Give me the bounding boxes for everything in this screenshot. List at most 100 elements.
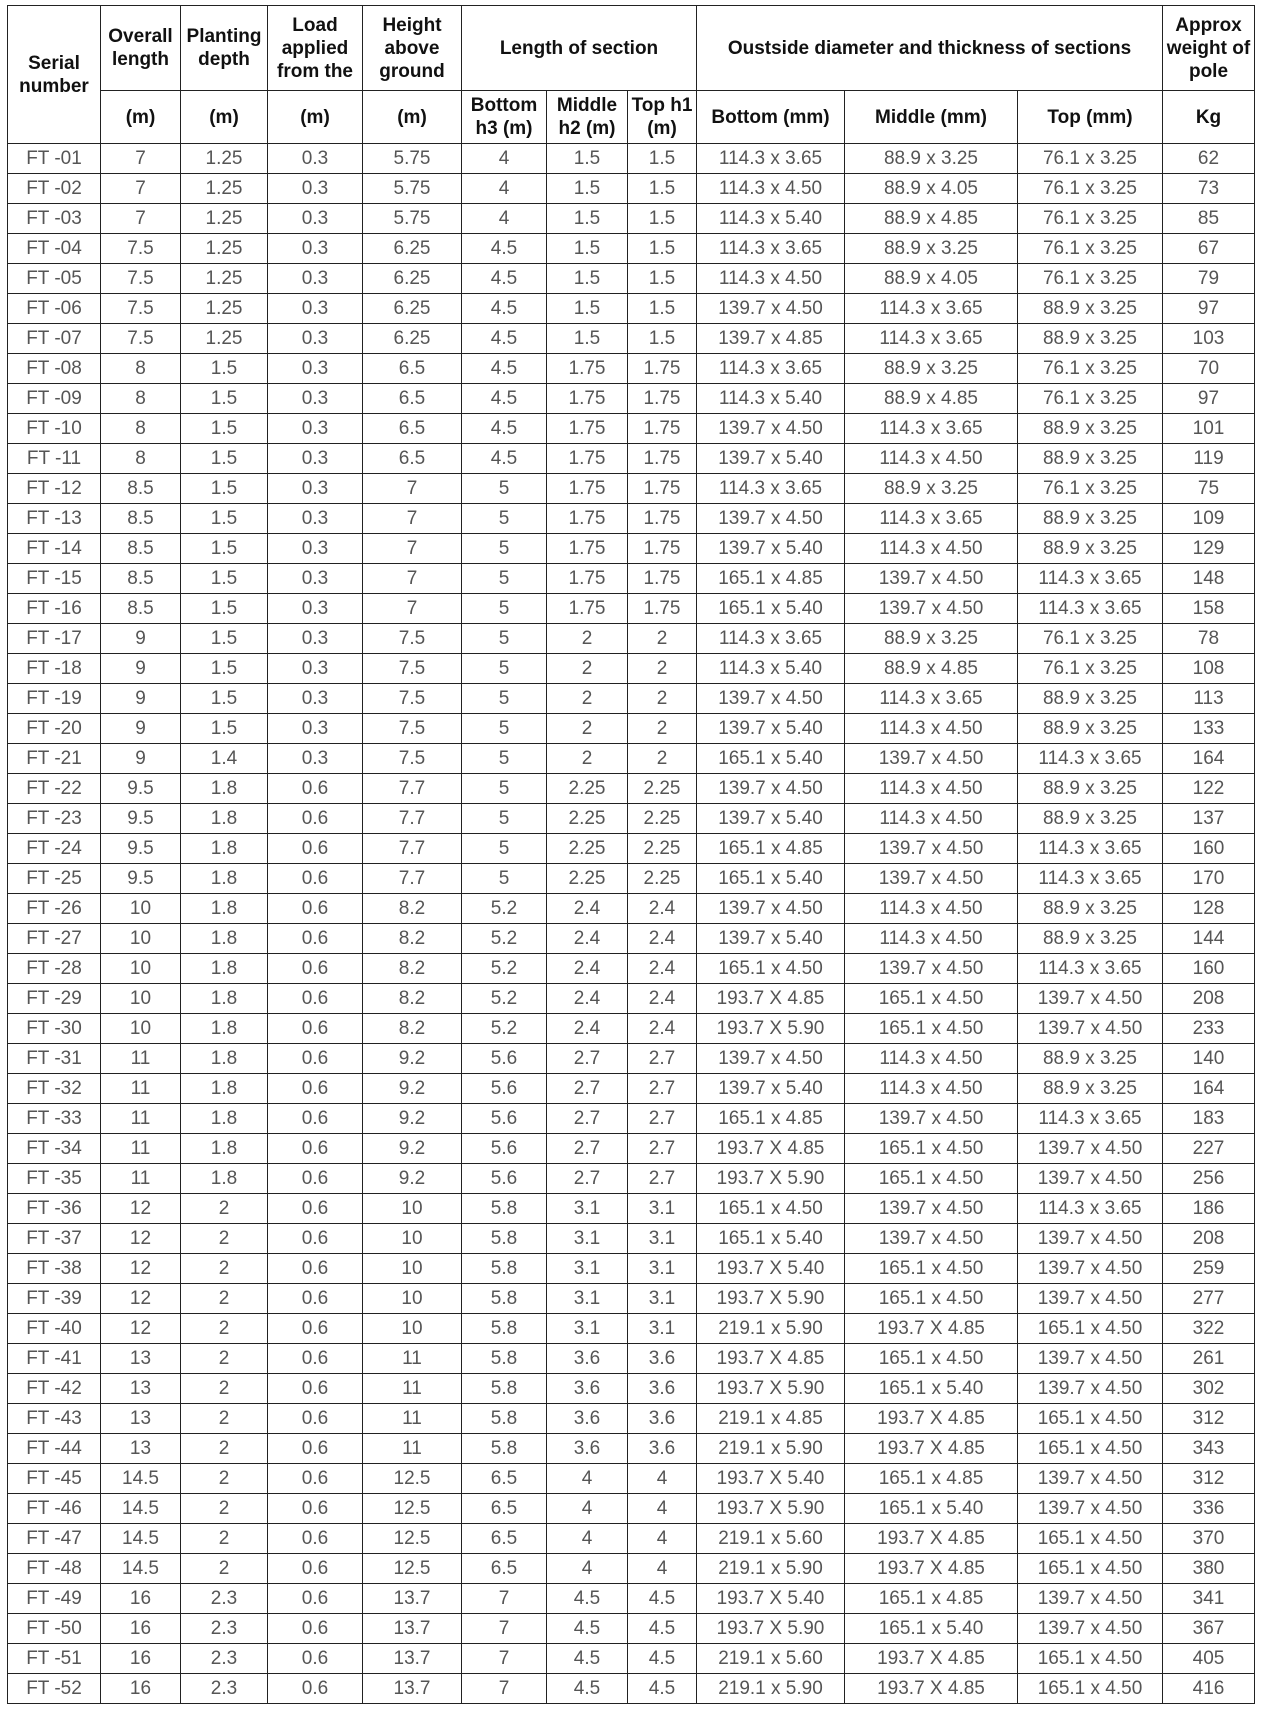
cell-bottom-length: 6.5 <box>461 1553 547 1584</box>
cell-height-above-ground: 6.5 <box>362 383 462 414</box>
cell-weight: 67 <box>1162 233 1255 264</box>
cell-planting-depth: 1.5 <box>180 533 268 564</box>
cell-overall-length: 8.5 <box>100 473 181 504</box>
cell-bottom-diameter: 165.1 x 5.40 <box>696 743 845 774</box>
cell-weight: 144 <box>1162 923 1255 954</box>
cell-top-length: 4 <box>627 1523 697 1554</box>
cell-bottom-length: 5 <box>461 833 547 864</box>
cell-serial-number: FT -30 <box>7 1013 101 1044</box>
cell-planting-depth: 1.25 <box>180 323 268 354</box>
cell-height-above-ground: 12.5 <box>362 1493 462 1524</box>
cell-load-applied: 0.6 <box>267 1163 363 1194</box>
table-row: FT -32 11 1.8 0.6 9.2 5.6 2.7 2.7 139.7 x 5.40 11… <box>7 1073 1255 1104</box>
cell-bottom-diameter: 193.7 X 5.90 <box>696 1283 845 1314</box>
cell-top-diameter: 139.7 x 4.50 <box>1017 1373 1163 1404</box>
cell-top-diameter: 165.1 x 4.50 <box>1017 1643 1163 1674</box>
cell-middle-diameter: 165.1 x 5.40 <box>844 1613 1018 1644</box>
cell-middle-length: 2.4 <box>546 983 628 1014</box>
cell-middle-diameter: 165.1 x 5.40 <box>844 1373 1018 1404</box>
cell-weight: 208 <box>1162 983 1255 1014</box>
cell-bottom-diameter: 193.7 X 5.40 <box>696 1253 845 1284</box>
cell-planting-depth: 2 <box>180 1193 268 1224</box>
cell-weight: 170 <box>1162 863 1255 894</box>
cell-top-diameter: 139.7 x 4.50 <box>1017 1463 1163 1494</box>
cell-height-above-ground: 9.2 <box>362 1133 462 1164</box>
cell-bottom-diameter: 193.7 X 5.90 <box>696 1373 845 1404</box>
cell-bottom-length: 5 <box>461 773 547 804</box>
table-row: FT -48 14.5 2 0.6 12.5 6.5 4 4 219.1 x 5.90 193.7… <box>7 1553 1255 1584</box>
cell-middle-diameter: 139.7 x 4.50 <box>844 743 1018 774</box>
cell-top-length: 1.5 <box>627 323 697 354</box>
cell-middle-diameter: 193.7 X 4.85 <box>844 1313 1018 1344</box>
cell-height-above-ground: 7.7 <box>362 803 462 834</box>
cell-height-above-ground: 10 <box>362 1193 462 1224</box>
cell-bottom-diameter: 114.3 x 3.65 <box>696 353 845 384</box>
cell-middle-diameter: 193.7 X 4.85 <box>844 1523 1018 1554</box>
table-row: FT -44 13 2 0.6 11 5.8 3.6 3.6 219.1 x 5.90 193.7… <box>7 1433 1255 1464</box>
cell-height-above-ground: 12.5 <box>362 1553 462 1584</box>
cell-top-length: 4 <box>627 1463 697 1494</box>
cell-bottom-length: 5 <box>461 593 547 624</box>
cell-top-diameter: 114.3 x 3.65 <box>1017 1193 1163 1224</box>
cell-bottom-length: 4.5 <box>461 293 547 324</box>
cell-middle-length: 3.6 <box>546 1343 628 1374</box>
cell-top-length: 2.4 <box>627 953 697 984</box>
cell-middle-length: 3.6 <box>546 1433 628 1464</box>
cell-weight: 259 <box>1162 1253 1255 1284</box>
cell-middle-diameter: 114.3 x 4.50 <box>844 803 1018 834</box>
cell-bottom-diameter: 114.3 x 3.65 <box>696 233 845 264</box>
cell-serial-number: FT -15 <box>7 563 101 594</box>
cell-bottom-diameter: 193.7 X 4.85 <box>696 1343 845 1374</box>
cell-middle-diameter: 114.3 x 4.50 <box>844 773 1018 804</box>
cell-serial-number: FT -26 <box>7 893 101 924</box>
cell-middle-diameter: 88.9 x 4.05 <box>844 263 1018 294</box>
cell-load-applied: 0.6 <box>267 1433 363 1464</box>
cell-middle-length: 3.1 <box>546 1253 628 1284</box>
cell-serial-number: FT -52 <box>7 1673 101 1704</box>
table-row: FT -13 8.5 1.5 0.3 7 5 1.75 1.75 139.7 x 4.50 114… <box>7 503 1255 534</box>
table-row: FT -24 9.5 1.8 0.6 7.7 5 2.25 2.25 165.1 x 4.85 1… <box>7 833 1255 864</box>
table-row: FT -40 12 2 0.6 10 5.8 3.1 3.1 219.1 x 5.90 193.7… <box>7 1313 1255 1344</box>
cell-serial-number: FT -51 <box>7 1643 101 1674</box>
cell-weight: 79 <box>1162 263 1255 294</box>
cell-weight: 75 <box>1162 473 1255 504</box>
table-row: FT -42 13 2 0.6 11 5.8 3.6 3.6 193.7 X 5.90 165.1… <box>7 1373 1255 1404</box>
cell-height-above-ground: 11 <box>362 1343 462 1374</box>
cell-top-diameter: 114.3 x 3.65 <box>1017 833 1163 864</box>
table-row: FT -45 14.5 2 0.6 12.5 6.5 4 4 193.7 X 5.40 165.1… <box>7 1463 1255 1494</box>
table-body: FT -01 7 1.25 0.3 5.75 4 1.5 1.5 114.3 x 3.65 88.… <box>7 143 1255 1704</box>
cell-load-applied: 0.3 <box>267 143 363 174</box>
cell-planting-depth: 2 <box>180 1343 268 1374</box>
table-row: FT -51 16 2.3 0.6 13.7 7 4.5 4.5 219.1 x 5.60 193… <box>7 1643 1255 1674</box>
cell-bottom-diameter: 139.7 x 5.40 <box>696 533 845 564</box>
cell-load-applied: 0.3 <box>267 593 363 624</box>
cell-weight: 113 <box>1162 683 1255 714</box>
cell-top-length: 1.75 <box>627 563 697 594</box>
cell-weight: 416 <box>1162 1673 1255 1704</box>
cell-bottom-diameter: 193.7 X 4.85 <box>696 1133 845 1164</box>
cell-weight: 137 <box>1162 803 1255 834</box>
cell-top-diameter: 88.9 x 3.25 <box>1017 1043 1163 1074</box>
header-outside-diameter: Oustside diameter and thickness of secti… <box>696 5 1163 91</box>
cell-bottom-length: 5 <box>461 683 547 714</box>
cell-load-applied: 0.6 <box>267 1313 363 1344</box>
cell-planting-depth: 1.8 <box>180 953 268 984</box>
cell-top-length: 2 <box>627 623 697 654</box>
table-row: FT -19 9 1.5 0.3 7.5 5 2 2 139.7 x 4.50 114.3 x 3… <box>7 683 1255 714</box>
cell-load-applied: 0.6 <box>267 803 363 834</box>
cell-top-length: 1.5 <box>627 203 697 234</box>
cell-middle-length: 2 <box>546 623 628 654</box>
cell-overall-length: 12 <box>100 1253 181 1284</box>
cell-top-length: 2.4 <box>627 1013 697 1044</box>
cell-top-length: 2.7 <box>627 1103 697 1134</box>
cell-middle-length: 1.5 <box>546 203 628 234</box>
cell-height-above-ground: 7.5 <box>362 653 462 684</box>
cell-middle-length: 1.5 <box>546 323 628 354</box>
cell-middle-diameter: 114.3 x 3.65 <box>844 293 1018 324</box>
cell-serial-number: FT -16 <box>7 593 101 624</box>
cell-serial-number: FT -42 <box>7 1373 101 1404</box>
cell-height-above-ground: 11 <box>362 1433 462 1464</box>
cell-weight: 302 <box>1162 1373 1255 1404</box>
cell-top-diameter: 88.9 x 3.25 <box>1017 713 1163 744</box>
header-weight-unit: Kg <box>1162 90 1255 144</box>
